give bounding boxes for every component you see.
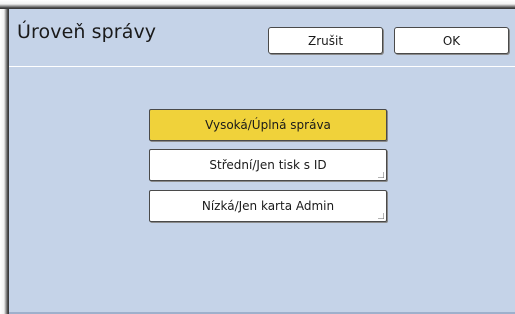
option-low-admin-card-only[interactable]: Nízká/Jen karta Admin (149, 190, 387, 222)
resize-corner-icon (378, 213, 384, 219)
option-label: Střední/Jen tisk s ID (209, 158, 327, 172)
option-medium-id-print-only[interactable]: Střední/Jen tisk s ID (149, 149, 387, 181)
device-bezel-left (0, 9, 9, 314)
management-level-dialog: Úroveň správy Zrušit OK Vysoká/Úplná spr… (9, 9, 515, 314)
cancel-button[interactable]: Zrušit (268, 27, 383, 54)
dialog-title: Úroveň správy (17, 21, 157, 43)
resize-corner-icon (378, 172, 384, 178)
device-bezel-top (0, 0, 515, 9)
option-label: Nízká/Jen karta Admin (201, 199, 335, 213)
option-high-full-management[interactable]: Vysoká/Úplná správa (149, 109, 387, 141)
header-divider (9, 66, 515, 67)
option-label: Vysoká/Úplná správa (205, 118, 331, 132)
ok-button[interactable]: OK (394, 27, 509, 54)
dialog-header: Úroveň správy Zrušit OK (9, 9, 515, 65)
